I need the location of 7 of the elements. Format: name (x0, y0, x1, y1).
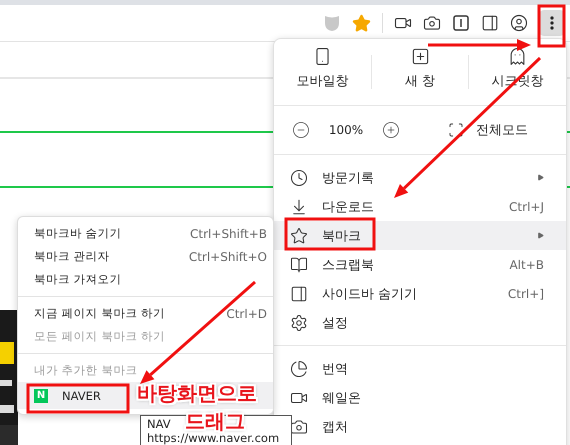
annotation-caption: 바탕화면으로 (137, 383, 257, 403)
section-header: 내가 추가한 북마크 (34, 363, 138, 378)
zoom-level: 100% (328, 123, 364, 137)
tooltip-url: https://www.naver.com (147, 431, 280, 445)
annotation-caption: 드래그 (185, 411, 245, 431)
favicon: N (34, 388, 48, 402)
tooltip-title: NAV (147, 417, 171, 431)
